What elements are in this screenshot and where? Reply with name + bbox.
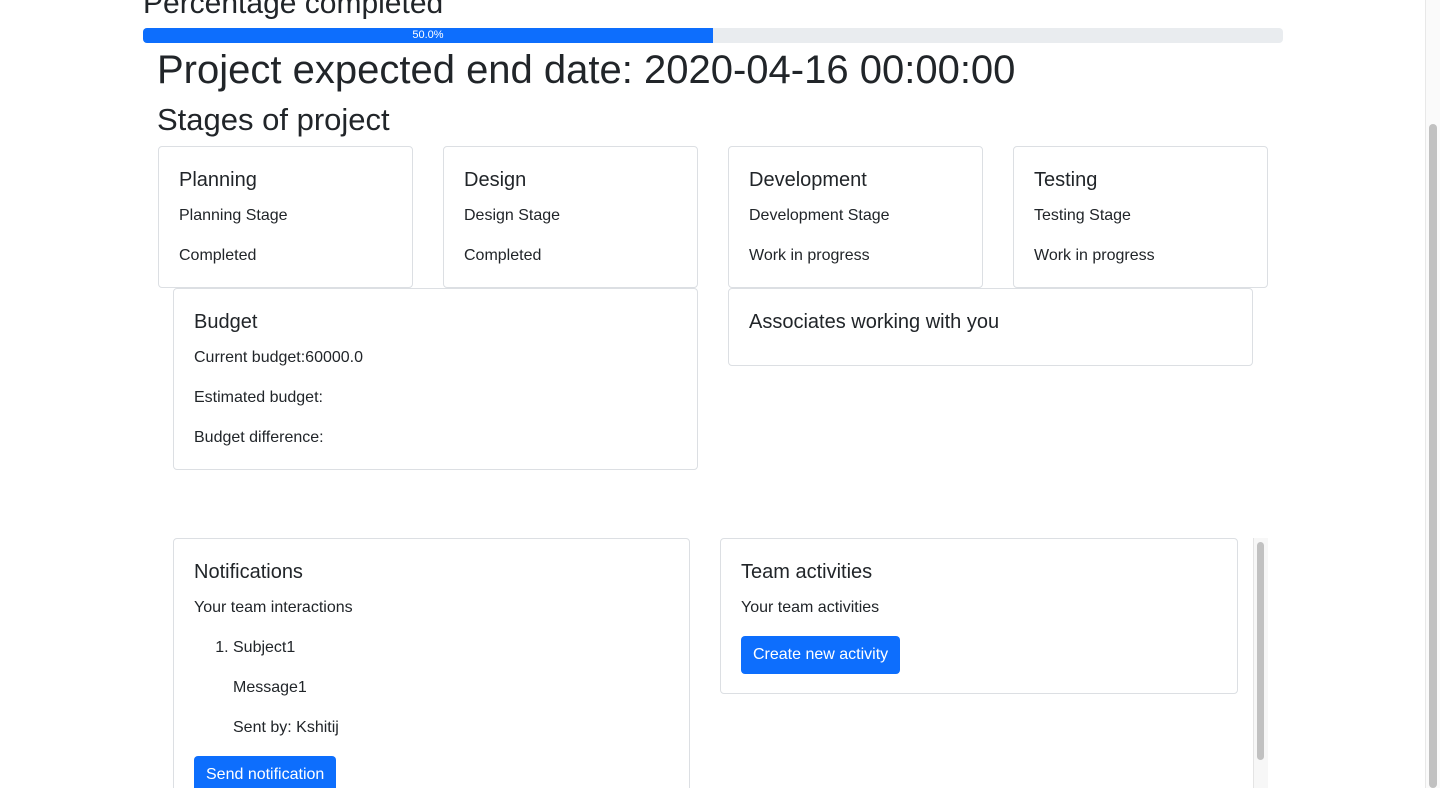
stage-status: Work in progress — [1034, 247, 1155, 264]
progress-bar-fill: 50.0% — [143, 28, 713, 43]
associates-title: Associates working with you — [749, 311, 1000, 333]
stage-card-testing: Testing Testing Stage Work in progress — [1013, 146, 1268, 288]
stages-heading: Stages of project — [157, 102, 390, 137]
page-scrollbar[interactable] — [1425, 0, 1440, 788]
send-notification-button[interactable]: Send notification — [194, 756, 337, 788]
stage-description: Design Stage — [464, 207, 561, 224]
notifications-card: Notifications Your team interactions Sub… — [173, 538, 690, 788]
team-activities-card: Team activities Your team activities Cre… — [720, 538, 1238, 694]
notifications-title: Notifications — [194, 561, 303, 583]
progress-bar-track: 50.0% — [143, 28, 1283, 43]
percentage-completed-heading: Percentage completed — [143, 0, 444, 20]
page-scrollbar-thumb[interactable] — [1429, 124, 1437, 788]
project-end-date-heading: Project expected end date: 2020-04-16 00… — [157, 48, 1016, 92]
stage-title: Development — [749, 169, 867, 191]
stage-title: Planning — [179, 169, 257, 191]
associates-card: Associates working with you — [728, 288, 1253, 366]
section-scrollbar-thumb[interactable] — [1257, 542, 1264, 760]
estimated-budget: Estimated budget: — [194, 389, 323, 406]
notification-subject: Subject1 — [233, 639, 296, 656]
stage-status: Work in progress — [749, 247, 870, 264]
team-activities-subtitle: Your team activities — [741, 599, 880, 616]
project-dashboard: Percentage completed 50.0% Project expec… — [0, 0, 1440, 788]
budget-card: Budget Current budget:60000.0 Estimated … — [173, 288, 698, 470]
notifications-subtitle: Your team interactions — [194, 599, 353, 616]
stage-title: Testing — [1034, 169, 1098, 191]
stage-description: Testing Stage — [1034, 207, 1131, 224]
stage-title: Design — [464, 169, 527, 191]
section-scrollbar[interactable] — [1253, 538, 1268, 788]
team-activities-title: Team activities — [741, 561, 873, 583]
stage-status: Completed — [179, 247, 257, 264]
create-activity-button[interactable]: Create new activity — [741, 636, 901, 674]
notification-item: Subject1 Message1 Sent by: Kshitij — [233, 636, 669, 740]
notification-message: Message1 — [233, 679, 307, 696]
stage-status: Completed — [464, 247, 542, 264]
notification-sender: Sent by: Kshitij — [233, 719, 339, 736]
notification-list: Subject1 Message1 Sent by: Kshitij — [194, 636, 669, 740]
budget-title: Budget — [194, 311, 258, 333]
stage-card-design: Design Design Stage Completed — [443, 146, 698, 288]
budget-difference: Budget difference: — [194, 429, 324, 446]
stage-description: Planning Stage — [179, 207, 288, 224]
stage-card-planning: Planning Planning Stage Completed — [158, 146, 413, 288]
stage-description: Development Stage — [749, 207, 890, 224]
current-budget: Current budget:60000.0 — [194, 349, 364, 366]
stage-card-development: Development Development Stage Work in pr… — [728, 146, 983, 288]
